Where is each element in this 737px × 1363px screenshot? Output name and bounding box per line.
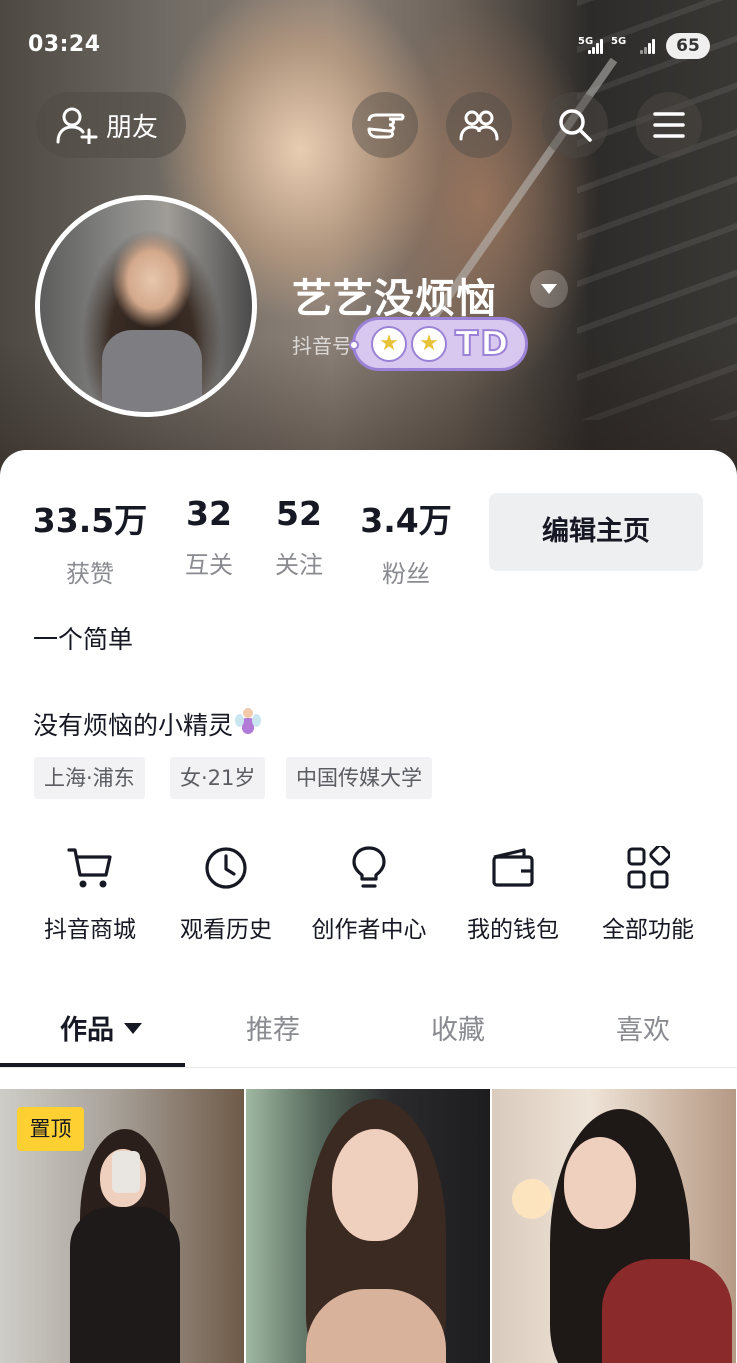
menu-icon bbox=[653, 112, 685, 138]
search-button[interactable] bbox=[542, 92, 608, 158]
clock-icon bbox=[205, 847, 247, 889]
status-time: 03:24 bbox=[28, 32, 101, 57]
fairy-emoji-icon bbox=[235, 708, 262, 738]
tab-recommend[interactable]: 推荐 bbox=[246, 1008, 300, 1047]
stat-label: 互关 bbox=[185, 551, 233, 579]
stat-label: 获赞 bbox=[66, 560, 114, 588]
avatar[interactable] bbox=[35, 195, 257, 417]
function-label: 抖音商城 bbox=[44, 917, 136, 943]
lamp-decoration bbox=[512, 1179, 552, 1219]
bio-line-1: 一个简单 bbox=[33, 625, 134, 654]
battery-indicator: 65 bbox=[666, 33, 710, 59]
sticker-dot bbox=[349, 340, 359, 350]
video-thumbnail[interactable] bbox=[492, 1089, 736, 1363]
ootd-sticker[interactable]: ★ ★ TD bbox=[349, 317, 528, 371]
pinned-badge: 置顶 bbox=[17, 1107, 84, 1151]
stat-mutual[interactable]: 32 互关 bbox=[168, 494, 250, 580]
fans-group-button[interactable] bbox=[446, 92, 512, 158]
add-friend-button[interactable]: 朋友 bbox=[36, 92, 186, 158]
top-decoration bbox=[602, 1259, 732, 1363]
function-watch-history[interactable]: 观看历史 bbox=[156, 842, 296, 944]
edit-profile-button[interactable]: 编辑主页 bbox=[489, 493, 703, 571]
tab-favorites[interactable]: 收藏 bbox=[431, 1008, 485, 1047]
lightbulb-icon bbox=[352, 846, 386, 888]
bio-line-2: 没有烦恼的小精灵 bbox=[33, 706, 262, 742]
tab-divider bbox=[0, 1067, 737, 1068]
stat-value: 32 bbox=[186, 494, 232, 533]
add-person-icon bbox=[56, 107, 98, 144]
network-label-2: 5G bbox=[611, 36, 627, 47]
search-icon bbox=[559, 109, 592, 142]
stat-likes[interactable]: 33.5万 获赞 bbox=[30, 494, 150, 589]
video-thumbnail[interactable] bbox=[246, 1089, 490, 1363]
function-douyin-mall[interactable]: 抖音商城 bbox=[20, 842, 160, 944]
tab-works[interactable]: 作品 bbox=[60, 1008, 142, 1047]
douyin-id: 抖音号 bbox=[292, 334, 352, 358]
caret-down-icon bbox=[124, 1023, 142, 1034]
stat-label: 关注 bbox=[275, 551, 323, 579]
tab-likes[interactable]: 喜欢 bbox=[616, 1008, 670, 1047]
grid-apps-icon bbox=[627, 846, 670, 889]
signal-icon bbox=[588, 38, 606, 54]
function-all-features[interactable]: 全部功能 bbox=[578, 842, 718, 944]
dress-decoration bbox=[70, 1207, 180, 1363]
function-wallet[interactable]: 我的钱包 bbox=[443, 842, 583, 944]
caret-down-icon bbox=[541, 284, 557, 294]
stat-label: 粉丝 bbox=[382, 560, 430, 588]
tag-school[interactable]: 中国传媒大学 bbox=[286, 757, 432, 799]
function-label: 创作者中心 bbox=[311, 917, 427, 943]
phone-decoration bbox=[112, 1151, 140, 1193]
username: 艺艺没烦恼 bbox=[292, 276, 497, 322]
tab-label: 作品 bbox=[60, 1015, 114, 1046]
function-label: 我的钱包 bbox=[467, 917, 559, 943]
wallet-icon bbox=[492, 848, 534, 887]
stat-value: 52 bbox=[276, 494, 322, 533]
people-icon bbox=[459, 110, 499, 141]
stat-following[interactable]: 52 关注 bbox=[258, 494, 340, 580]
stat-value: 3.4万 bbox=[360, 501, 452, 540]
function-label: 全部功能 bbox=[602, 917, 694, 943]
add-friend-label: 朋友 bbox=[106, 112, 159, 143]
star-icon: ★ bbox=[371, 326, 407, 362]
hand-pointer-icon bbox=[367, 113, 405, 139]
sticker-text: TD bbox=[454, 323, 511, 365]
star-icon: ★ bbox=[411, 326, 447, 362]
function-creator-center[interactable]: 创作者中心 bbox=[299, 842, 439, 944]
tag-gender-age[interactable]: 女·21岁 bbox=[170, 757, 266, 799]
status-bar: 03:24 5G 5G 65 bbox=[0, 30, 737, 64]
signal-icon-2 bbox=[640, 38, 658, 54]
cart-icon bbox=[67, 848, 112, 888]
visitor-button[interactable] bbox=[352, 92, 418, 158]
stat-followers[interactable]: 3.4万 粉丝 bbox=[348, 494, 464, 589]
function-label: 观看历史 bbox=[180, 917, 272, 943]
bio-text: 没有烦恼的小精灵 bbox=[33, 711, 234, 740]
account-switch-button[interactable] bbox=[530, 270, 568, 308]
tag-location[interactable]: 上海·浦东 bbox=[34, 757, 145, 799]
avatar-figure bbox=[102, 330, 202, 412]
stat-value: 33.5万 bbox=[32, 501, 148, 540]
menu-button[interactable] bbox=[636, 92, 702, 158]
